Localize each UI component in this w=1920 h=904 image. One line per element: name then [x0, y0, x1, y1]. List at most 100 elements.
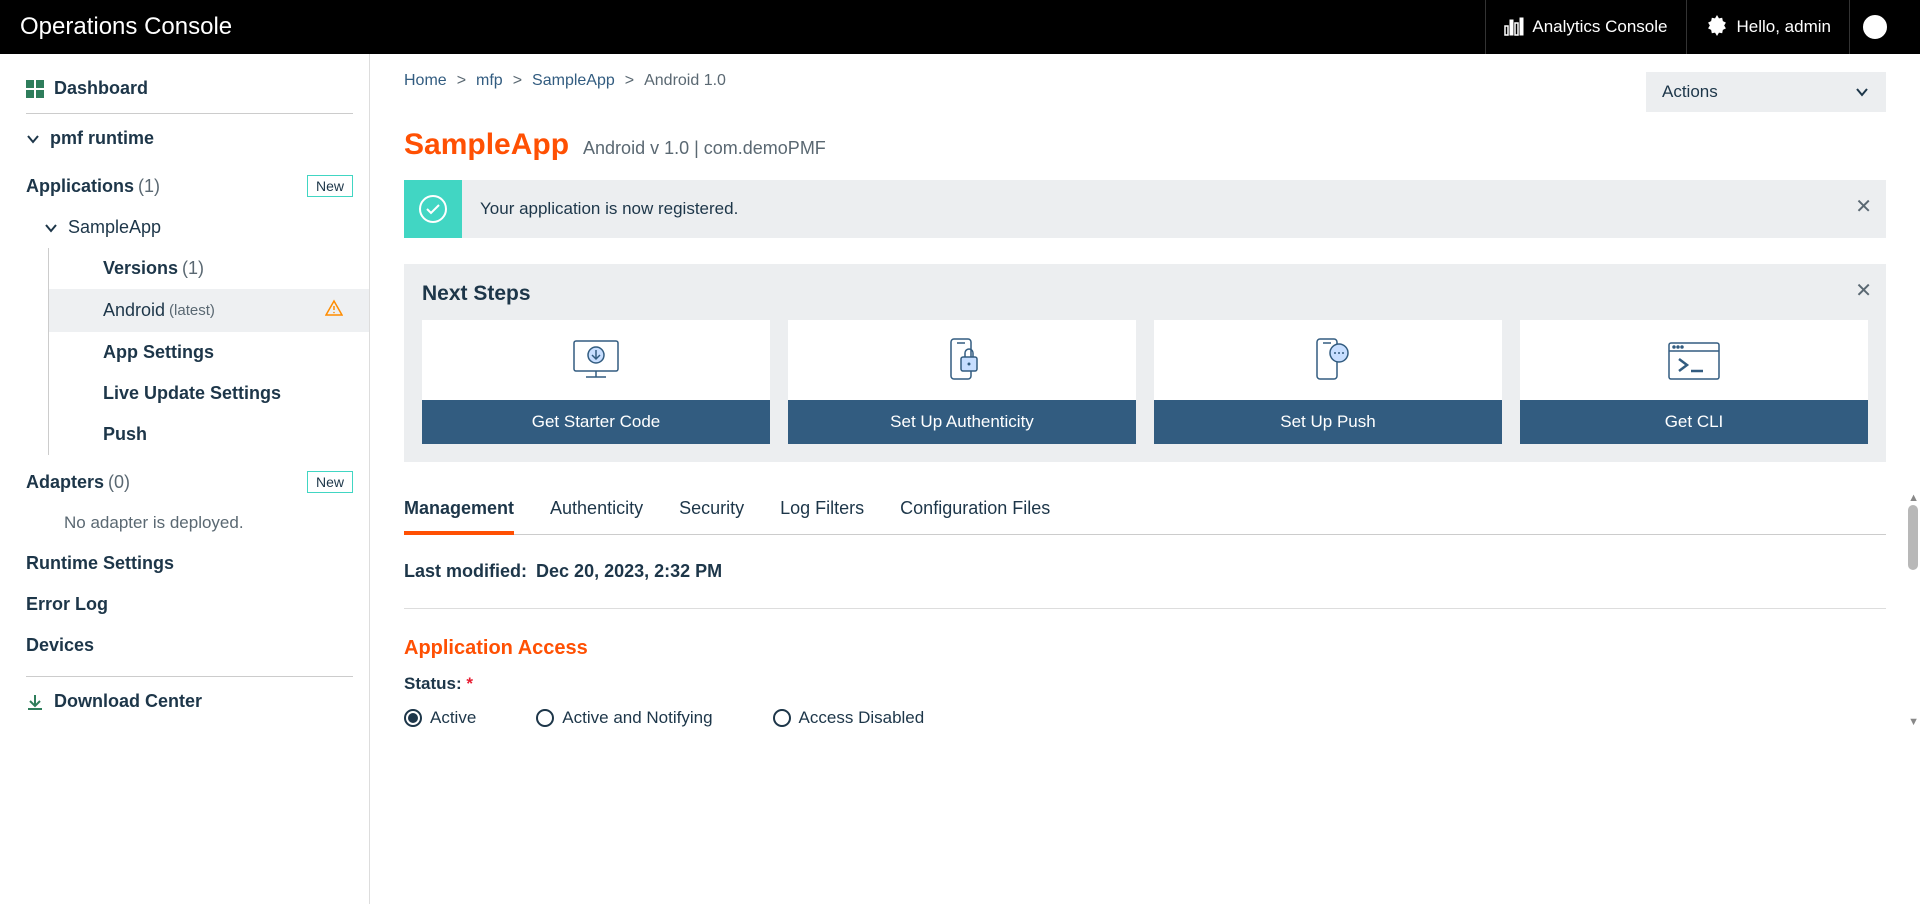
android-latest: (latest) [169, 302, 215, 319]
console-title: Operations Console [20, 13, 232, 41]
breadcrumb-current: Android 1.0 [644, 72, 726, 90]
registration-alert: Your application is now registered. ✕ [404, 180, 1886, 238]
chevron-down-icon [1854, 84, 1870, 100]
tab-log-filters[interactable]: Log Filters [780, 486, 864, 534]
close-panel-button[interactable]: ✕ [1855, 278, 1872, 303]
app-heading: SampleApp Android v 1.0 | com.demoPMF [404, 128, 1886, 162]
info-button[interactable] [1849, 0, 1900, 54]
breadcrumb-sep: > [457, 72, 466, 90]
tab-security[interactable]: Security [679, 486, 744, 534]
card-push-button[interactable]: Set Up Push [1154, 400, 1502, 444]
sidebar-download-center[interactable]: Download Center [10, 681, 369, 722]
live-update-label: Live Update Settings [103, 383, 281, 404]
divider [26, 676, 353, 677]
sidebar-runtime-settings[interactable]: Runtime Settings [10, 543, 369, 584]
sidebar-sampleapp[interactable]: SampleApp [10, 207, 369, 248]
dashboard-label: Dashboard [54, 78, 148, 99]
dashboard-icon [26, 80, 44, 98]
topbar: Operations Console Analytics Console Hel… [0, 0, 1920, 54]
application-access-title: Application Access [404, 637, 1886, 660]
tab-management[interactable]: Management [404, 486, 514, 535]
required-marker: * [466, 674, 473, 693]
user-menu[interactable]: Hello, admin [1686, 0, 1850, 54]
runtime-label: pmf runtime [50, 128, 154, 149]
sidebar-push[interactable]: Push [48, 414, 369, 455]
actions-dropdown[interactable]: Actions [1646, 72, 1886, 112]
versions-count: (1) [182, 258, 204, 279]
tab-config-files[interactable]: Configuration Files [900, 486, 1050, 534]
card-cli: Get CLI [1520, 320, 1868, 444]
runtime-settings-label: Runtime Settings [26, 553, 174, 574]
user-label: Hello, admin [1737, 17, 1832, 37]
last-modified: Last modified: Dec 20, 2023, 2:32 PM [404, 561, 1886, 609]
sidebar-android-version[interactable]: Android (latest) [48, 289, 369, 332]
status-radio-group: Active Active and Notifying Access Disab… [404, 708, 1886, 728]
versions-label: Versions [103, 258, 178, 279]
sidebar-dashboard[interactable]: Dashboard [10, 68, 369, 109]
next-steps-title: Next Steps [422, 282, 1868, 306]
card-starter-code: Get Starter Code [422, 320, 770, 444]
status-label-text: Status: [404, 674, 462, 693]
tab-authenticity[interactable]: Authenticity [550, 486, 643, 534]
analytics-label: Analytics Console [1532, 17, 1667, 37]
sidebar-adapters[interactable]: Adapters (0) New [10, 461, 369, 503]
analytics-console-link[interactable]: Analytics Console [1485, 0, 1685, 54]
devices-label: Devices [26, 635, 94, 656]
breadcrumb-app[interactable]: SampleApp [532, 72, 615, 90]
close-icon: ✕ [1855, 196, 1872, 218]
sidebar-runtime[interactable]: pmf runtime [10, 118, 369, 159]
chevron-down-icon [26, 132, 40, 146]
sidebar-error-log[interactable]: Error Log [10, 584, 369, 625]
sidebar-applications[interactable]: Applications (1) New [10, 165, 369, 207]
new-adapter-button[interactable]: New [307, 471, 353, 493]
sidebar-versions[interactable]: Versions (1) [48, 248, 369, 289]
radio-notifying-label: Active and Notifying [562, 708, 712, 728]
card-cli-button[interactable]: Get CLI [1520, 400, 1868, 444]
sidebar-devices[interactable]: Devices [10, 625, 369, 666]
close-icon: ✕ [1855, 280, 1872, 302]
app-subtitle: Android v 1.0 | com.demoPMF [583, 138, 826, 159]
close-alert-button[interactable]: ✕ [1855, 194, 1872, 219]
phone-lock-icon [788, 320, 1136, 400]
gear-icon [1705, 15, 1729, 39]
radio-active[interactable]: Active [404, 708, 476, 728]
chevron-down-icon [44, 221, 58, 235]
analytics-icon [1504, 17, 1524, 37]
radio-icon [536, 709, 554, 727]
last-modified-label: Last modified: [404, 561, 527, 581]
applications-count: (1) [138, 176, 160, 197]
phone-notification-icon [1154, 320, 1502, 400]
app-settings-label: App Settings [103, 342, 214, 363]
breadcrumb-mfp[interactable]: mfp [476, 72, 503, 90]
no-adapter-text: No adapter is deployed. [10, 503, 369, 543]
monitor-download-icon [422, 320, 770, 400]
push-label: Push [103, 424, 147, 445]
radio-active-label: Active [430, 708, 476, 728]
last-modified-value: Dec 20, 2023, 2:32 PM [536, 561, 722, 581]
radio-icon [404, 709, 422, 727]
new-application-button[interactable]: New [307, 175, 353, 197]
scroll-up-arrow[interactable]: ▲ [1908, 492, 1919, 504]
sidebar-live-update[interactable]: Live Update Settings [48, 373, 369, 414]
radio-disabled-label: Access Disabled [799, 708, 925, 728]
adapters-label: Adapters [26, 472, 104, 493]
status-label: Status: * [404, 674, 1886, 694]
terminal-icon [1520, 320, 1868, 400]
main-content: Home > mfp > SampleApp > Android 1.0 Act… [370, 54, 1920, 904]
card-authenticity-button[interactable]: Set Up Authenticity [788, 400, 1136, 444]
error-log-label: Error Log [26, 594, 108, 615]
breadcrumb-sep: > [625, 72, 634, 90]
breadcrumb-home[interactable]: Home [404, 72, 447, 90]
app-name: SampleApp [404, 128, 569, 162]
sidebar-app-settings[interactable]: App Settings [48, 332, 369, 373]
sidebar: Dashboard pmf runtime Applications (1) N… [0, 54, 370, 904]
radio-notifying[interactable]: Active and Notifying [536, 708, 712, 728]
card-starter-button[interactable]: Get Starter Code [422, 400, 770, 444]
sampleapp-label: SampleApp [68, 217, 161, 238]
scrollbar-thumb[interactable] [1908, 505, 1918, 570]
card-push: Set Up Push [1154, 320, 1502, 444]
radio-disabled[interactable]: Access Disabled [773, 708, 925, 728]
warning-icon [325, 299, 353, 322]
breadcrumb-sep: > [513, 72, 522, 90]
scroll-down-arrow[interactable]: ▼ [1908, 716, 1919, 728]
